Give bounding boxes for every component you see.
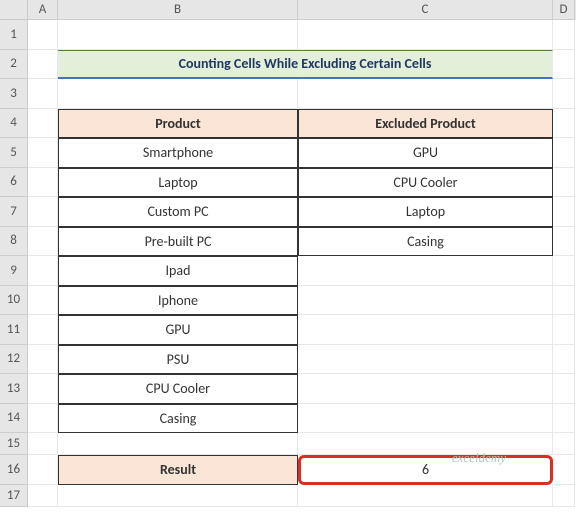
excluded-cell[interactable]: Laptop [298, 197, 553, 227]
cell-C10[interactable] [298, 286, 553, 316]
cell-A15[interactable] [28, 433, 58, 455]
product-cell[interactable]: Casing [58, 404, 298, 434]
cell-C12[interactable] [298, 345, 553, 375]
cell-D1[interactable] [553, 20, 575, 50]
cell-D14[interactable] [553, 404, 575, 434]
result-label[interactable]: Result [58, 455, 298, 485]
cell-B1[interactable] [58, 20, 298, 50]
cell-A4[interactable] [28, 109, 58, 139]
col-header-C[interactable]: C [298, 0, 553, 20]
row-header-15[interactable]: 15 [0, 433, 28, 455]
cell-A1[interactable] [28, 20, 58, 50]
cell-D6[interactable] [553, 168, 575, 198]
product-cell[interactable]: Ipad [58, 256, 298, 286]
col-header-D[interactable]: D [553, 0, 575, 20]
title-banner[interactable]: Counting Cells While Excluding Certain C… [58, 50, 553, 80]
cell-D13[interactable] [553, 374, 575, 404]
row-header-4[interactable]: 4 [0, 109, 28, 139]
cell-D17[interactable] [553, 485, 575, 507]
cell-C15[interactable] [298, 433, 553, 455]
header-excluded[interactable]: Excluded Product [298, 109, 553, 139]
cell-D8[interactable] [553, 227, 575, 257]
select-all-corner[interactable] [0, 0, 28, 20]
cell-A17[interactable] [28, 485, 58, 507]
cell-D12[interactable] [553, 345, 575, 375]
row-header-11[interactable]: 11 [0, 315, 28, 345]
cell-C3[interactable] [298, 79, 553, 109]
excluded-cell[interactable]: Casing [298, 227, 553, 257]
row-header-1[interactable]: 1 [0, 20, 28, 50]
row-header-8[interactable]: 8 [0, 227, 28, 257]
cell-A11[interactable] [28, 315, 58, 345]
product-cell[interactable]: PSU [58, 345, 298, 375]
cell-C1[interactable] [298, 20, 553, 50]
row-header-13[interactable]: 13 [0, 374, 28, 404]
excluded-cell[interactable]: GPU [298, 138, 553, 168]
cell-D4[interactable] [553, 109, 575, 139]
column-headers: A B C D [0, 0, 576, 20]
row-header-10[interactable]: 10 [0, 286, 28, 316]
spreadsheet-grid: A B C D 1 2 Counting Cells While Excludi… [0, 0, 576, 507]
col-header-B[interactable]: B [58, 0, 298, 20]
cell-A6[interactable] [28, 168, 58, 198]
cell-A9[interactable] [28, 256, 58, 286]
cell-C17[interactable] [298, 485, 553, 507]
product-cell[interactable]: GPU [58, 315, 298, 345]
cell-D5[interactable] [553, 138, 575, 168]
row-header-6[interactable]: 6 [0, 168, 28, 198]
product-cell[interactable]: Iphone [58, 286, 298, 316]
excluded-cell[interactable]: CPU Cooler [298, 168, 553, 198]
row-header-3[interactable]: 3 [0, 79, 28, 109]
product-cell[interactable]: Laptop [58, 168, 298, 198]
cell-D10[interactable] [553, 286, 575, 316]
cell-A10[interactable] [28, 286, 58, 316]
row-header-16[interactable]: 16 [0, 455, 28, 485]
cell-A14[interactable] [28, 404, 58, 434]
product-cell[interactable]: Pre-built PC [58, 227, 298, 257]
cell-B3[interactable] [58, 79, 298, 109]
cell-C14[interactable] [298, 404, 553, 434]
result-value[interactable]: 6 [298, 455, 553, 485]
row-header-2[interactable]: 2 [0, 50, 28, 80]
row-header-7[interactable]: 7 [0, 197, 28, 227]
cell-D15[interactable] [553, 433, 575, 455]
cell-D9[interactable] [553, 256, 575, 286]
cell-C11[interactable] [298, 315, 553, 345]
product-cell[interactable]: Custom PC [58, 197, 298, 227]
cell-D11[interactable] [553, 315, 575, 345]
cell-A13[interactable] [28, 374, 58, 404]
product-cell[interactable]: Smartphone [58, 138, 298, 168]
cell-A3[interactable] [28, 79, 58, 109]
cell-A12[interactable] [28, 345, 58, 375]
cell-A16[interactable] [28, 455, 58, 485]
cell-B17[interactable] [58, 485, 298, 507]
row-header-9[interactable]: 9 [0, 256, 28, 286]
cell-D16[interactable] [553, 455, 575, 485]
cell-D7[interactable] [553, 197, 575, 227]
cell-D2[interactable] [553, 50, 575, 80]
cell-A5[interactable] [28, 138, 58, 168]
col-header-A[interactable]: A [28, 0, 58, 20]
row-header-14[interactable]: 14 [0, 404, 28, 434]
cell-C13[interactable] [298, 374, 553, 404]
cell-D3[interactable] [553, 79, 575, 109]
row-header-17[interactable]: 17 [0, 485, 28, 507]
cell-A8[interactable] [28, 227, 58, 257]
product-cell[interactable]: CPU Cooler [58, 374, 298, 404]
cell-C9[interactable] [298, 256, 553, 286]
cell-A7[interactable] [28, 197, 58, 227]
header-product[interactable]: Product [58, 109, 298, 139]
row-header-5[interactable]: 5 [0, 138, 28, 168]
cell-B15[interactable] [58, 433, 298, 455]
row-header-12[interactable]: 12 [0, 345, 28, 375]
cell-A2[interactable] [28, 50, 58, 80]
